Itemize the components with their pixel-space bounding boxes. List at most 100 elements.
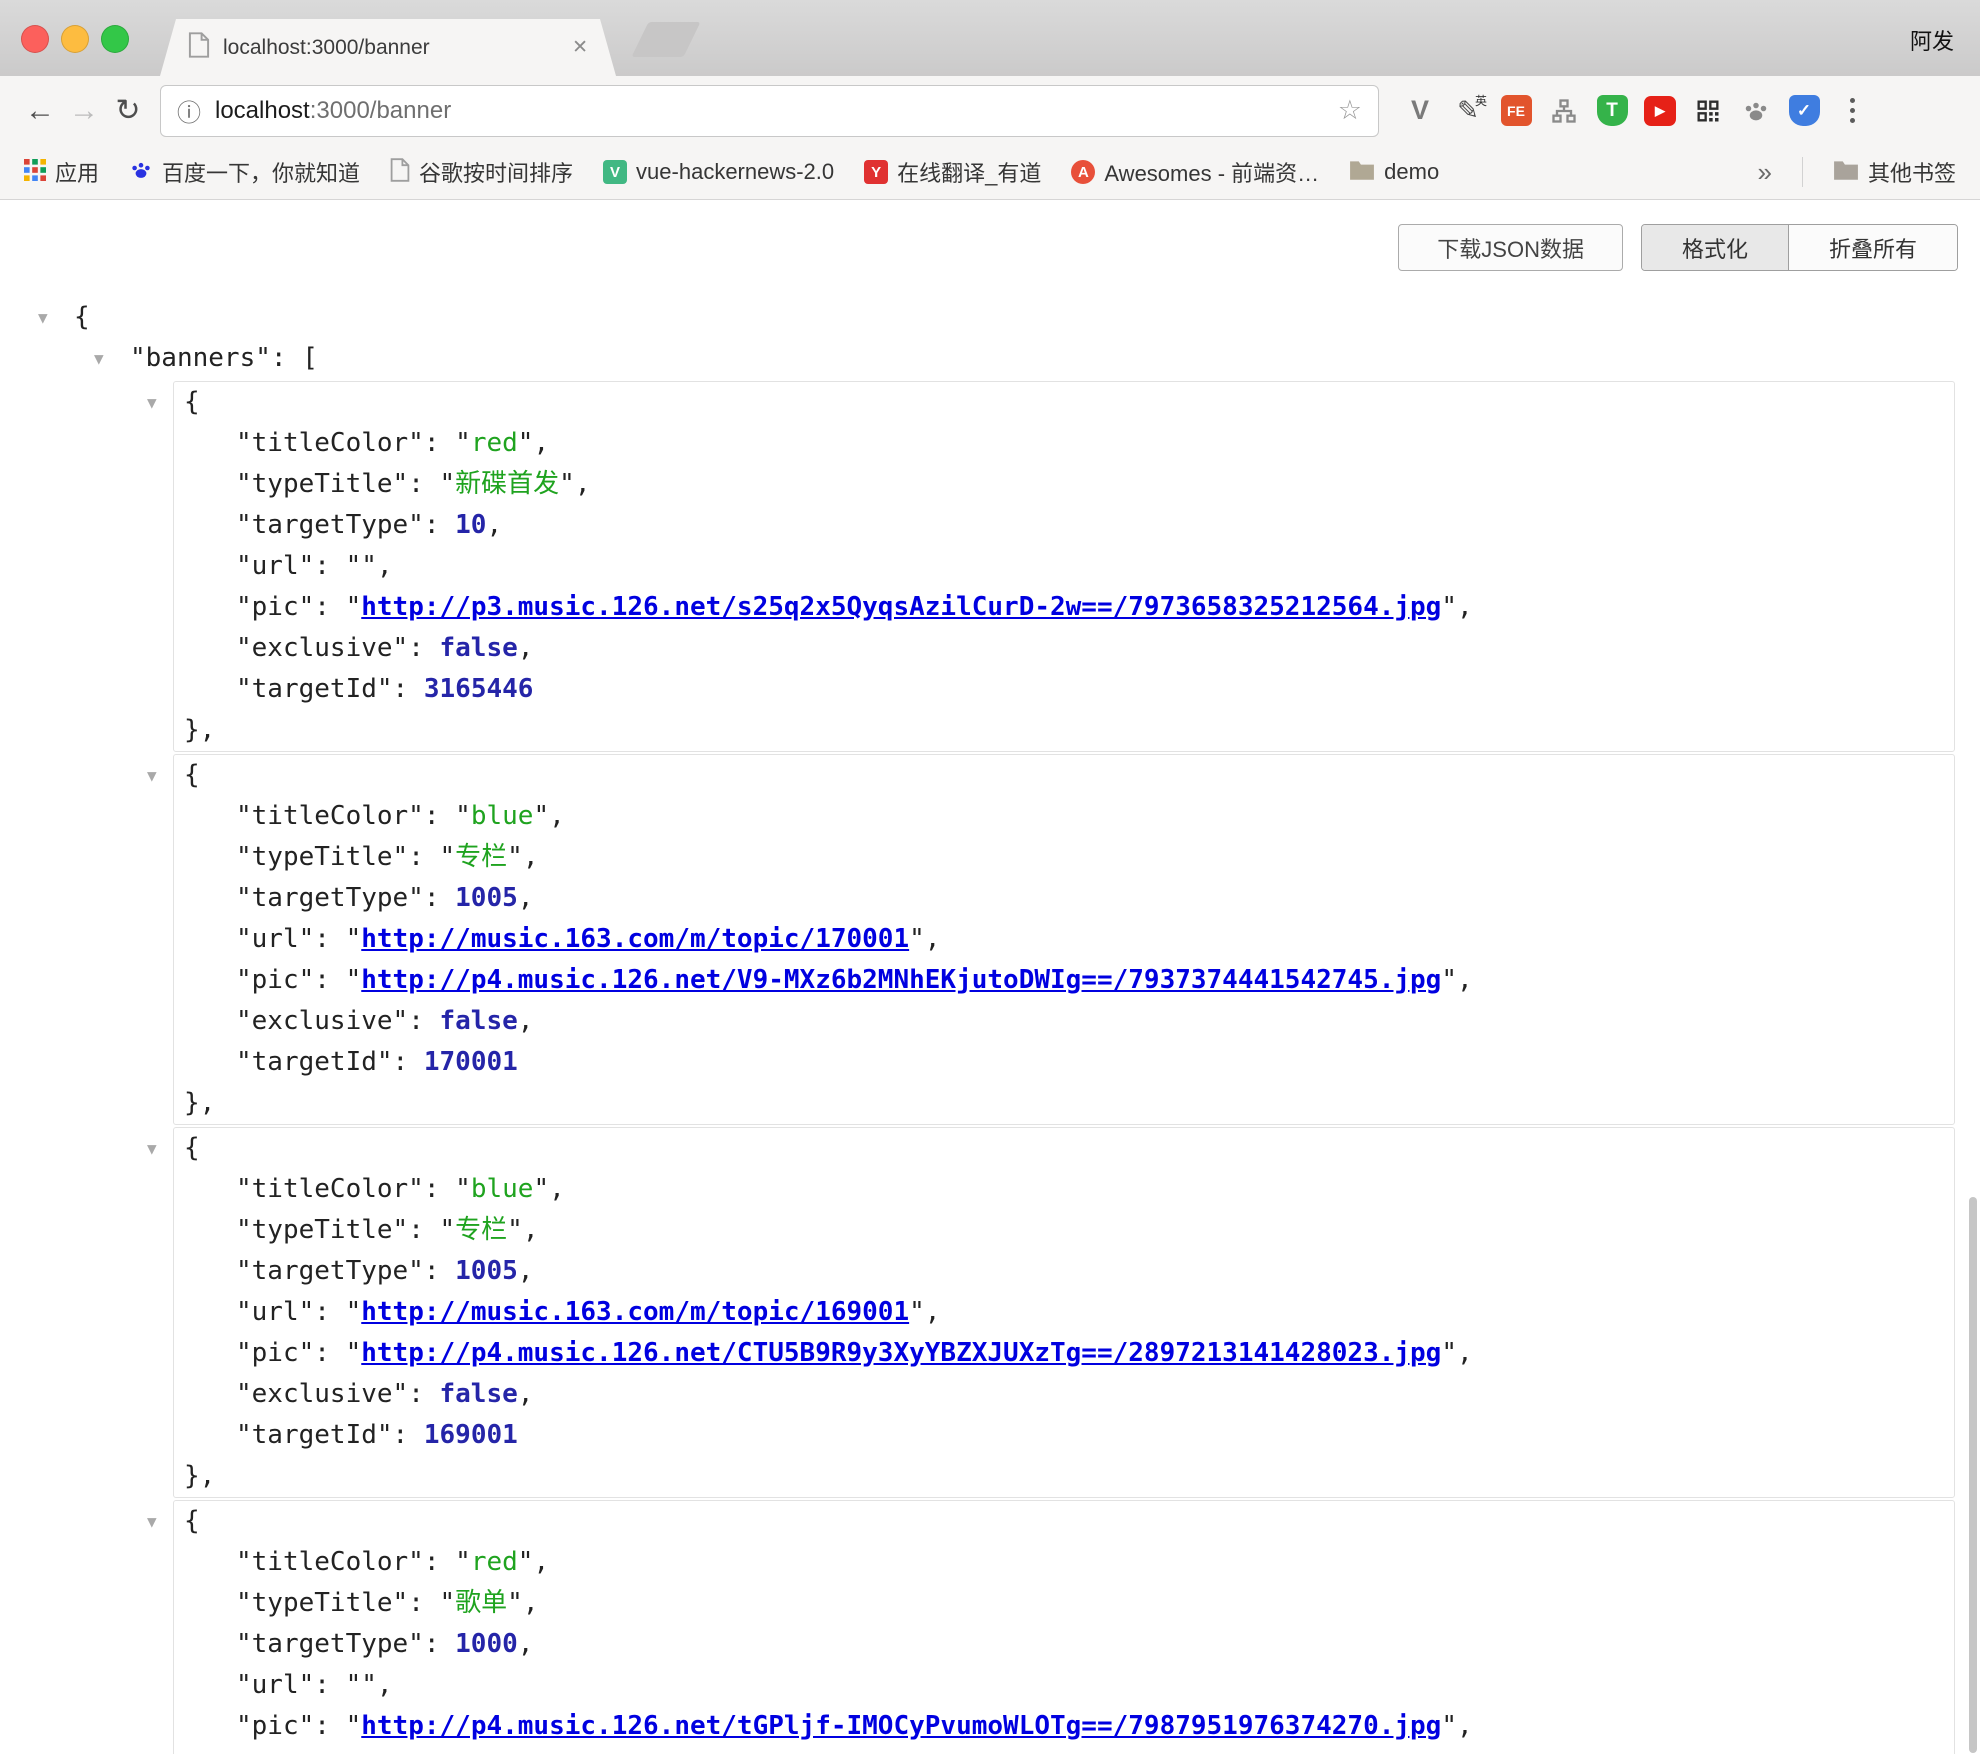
vue-icon: V bbox=[603, 160, 627, 184]
format-button[interactable]: 格式化 bbox=[1642, 225, 1789, 270]
collapse-all-button[interactable]: 折叠所有 bbox=[1789, 225, 1957, 270]
json-string-value: red bbox=[471, 1547, 518, 1577]
json-viewer: ▼{ ▼"banners": [ ▼{"titleColor": "red","… bbox=[0, 297, 1980, 1754]
json-token: " bbox=[361, 1670, 377, 1700]
video-play-extension-icon[interactable]: ▶ bbox=[1639, 90, 1681, 132]
page-info-icon[interactable]: ⓘ bbox=[177, 93, 201, 128]
json-token: { bbox=[184, 387, 200, 417]
org-chart-extension-icon[interactable] bbox=[1543, 90, 1585, 132]
url-host: localhost bbox=[215, 97, 310, 124]
json-link-value[interactable]: http://music.163.com/m/topic/169001 bbox=[361, 1297, 909, 1327]
json-object-open: { bbox=[184, 382, 1944, 423]
json-token: : bbox=[408, 1215, 439, 1245]
json-token: , bbox=[1457, 965, 1473, 995]
bookmark-item-other-bookmarks[interactable]: 其他书签 bbox=[1833, 156, 1956, 188]
tab-close-icon[interactable]: ✕ bbox=[572, 36, 588, 59]
json-token: : bbox=[424, 883, 455, 913]
json-token: : bbox=[408, 469, 439, 499]
json-token: , bbox=[518, 1629, 534, 1659]
json-link-value[interactable]: http://p4.music.126.net/tGPljf-IMOCyPvum… bbox=[361, 1711, 1441, 1741]
json-key: "exclusive" bbox=[236, 1006, 408, 1036]
close-window-button[interactable] bbox=[21, 25, 49, 53]
bookmark-item-baidu[interactable]: 百度一下，你就知道 bbox=[129, 156, 360, 188]
shield-check-glyph: ✓ bbox=[1789, 95, 1820, 126]
json-link-value[interactable]: http://p4.music.126.net/CTU5B9R9y3XyYBZX… bbox=[361, 1338, 1441, 1368]
json-token: : bbox=[393, 674, 424, 704]
json-root-open: ▼{ bbox=[74, 297, 1980, 338]
collapse-toggle-icon[interactable]: ▼ bbox=[147, 1128, 157, 1169]
json-token: " bbox=[1441, 1711, 1457, 1741]
page-content: 下载JSON数据 格式化 折叠所有 ▼{ ▼"banners": [ ▼{"ti… bbox=[0, 200, 1980, 1754]
bookmark-item-awesomes[interactable]: A Awesomes - 前端资… bbox=[1071, 156, 1319, 188]
json-token: , bbox=[1457, 1711, 1473, 1741]
collapse-toggle-icon[interactable]: ▼ bbox=[147, 1501, 157, 1542]
json-key: "titleColor" bbox=[236, 801, 424, 831]
json-token: " bbox=[507, 1588, 523, 1618]
paw-extension-icon[interactable] bbox=[1735, 90, 1777, 132]
json-token: " bbox=[440, 469, 456, 499]
json-token: " bbox=[346, 1338, 362, 1368]
translate-pen-extension-icon[interactable]: ✎ 英 bbox=[1447, 90, 1489, 132]
json-object-open: { bbox=[184, 755, 1944, 796]
json-entry: "pic": "http://p4.music.126.net/V9-MXz6b… bbox=[184, 960, 1944, 1001]
json-link-value[interactable]: http://p3.music.126.net/s25q2x5QyqsAzilC… bbox=[361, 592, 1441, 622]
json-token: , bbox=[925, 1297, 941, 1327]
bookmark-item-demo[interactable]: demo bbox=[1349, 159, 1439, 186]
bookmark-label: demo bbox=[1384, 159, 1439, 185]
fullscreen-window-button[interactable] bbox=[101, 25, 129, 53]
new-tab-button[interactable] bbox=[631, 22, 700, 57]
json-token: { bbox=[74, 302, 90, 332]
fehelper-extension-icon[interactable]: FE bbox=[1495, 90, 1537, 132]
forward-button[interactable]: → bbox=[62, 96, 106, 126]
json-key: "titleColor" bbox=[236, 1174, 424, 1204]
json-token: " bbox=[909, 1297, 925, 1327]
json-number-value: 1000 bbox=[455, 1629, 518, 1659]
collapse-toggle-icon[interactable]: ▼ bbox=[38, 297, 48, 338]
json-token: : bbox=[424, 1547, 455, 1577]
minimize-window-button[interactable] bbox=[61, 25, 89, 53]
collapse-toggle-icon[interactable]: ▼ bbox=[147, 755, 157, 796]
extension-icons-row: V ✎ 英 FE T ▶ ✓ bbox=[1399, 90, 1873, 132]
json-token: { bbox=[184, 760, 200, 790]
bookmark-item-vue-hackernews[interactable]: V vue-hackernews-2.0 bbox=[603, 159, 834, 185]
json-link-value[interactable]: http://p4.music.126.net/V9-MXz6b2MNhEKju… bbox=[361, 965, 1441, 995]
blue-shield-check-extension-icon[interactable]: ✓ bbox=[1783, 90, 1825, 132]
json-token: : bbox=[314, 551, 345, 581]
bookmark-item-google-sort[interactable]: 谷歌按时间排序 bbox=[390, 156, 573, 188]
vimium-extension-icon[interactable]: V bbox=[1399, 90, 1441, 132]
json-token: " bbox=[346, 1670, 362, 1700]
json-object-box: ▼{"titleColor": "red","typeTitle": "歌单",… bbox=[173, 1500, 1955, 1754]
json-link-value[interactable]: http://music.163.com/m/topic/170001 bbox=[361, 924, 909, 954]
vertical-scrollbar[interactable] bbox=[1969, 1197, 1977, 1753]
browser-tab[interactable]: localhost:3000/banner ✕ bbox=[160, 19, 616, 76]
browser-menu-icon[interactable] bbox=[1831, 90, 1873, 132]
json-entry: "url": "http://music.163.com/m/topic/170… bbox=[184, 919, 1944, 960]
json-token: " bbox=[455, 1174, 471, 1204]
collapse-toggle-icon[interactable]: ▼ bbox=[94, 338, 104, 379]
back-button[interactable]: ← bbox=[18, 96, 62, 126]
json-entry: "pic": "http://p4.music.126.net/CTU5B9R9… bbox=[184, 1333, 1944, 1374]
json-token: " bbox=[909, 924, 925, 954]
bookmarks-separator bbox=[1802, 157, 1803, 187]
json-key: "pic" bbox=[236, 965, 314, 995]
json-entry: "typeTitle": "新碟首发", bbox=[184, 464, 1944, 505]
collapse-toggle-icon[interactable]: ▼ bbox=[147, 382, 157, 423]
json-token: : bbox=[314, 592, 345, 622]
bookmark-item-youdao-translate[interactable]: Y 在线翻译_有道 bbox=[864, 156, 1041, 188]
three-dots-glyph bbox=[1850, 98, 1855, 123]
qrcode-extension-icon[interactable] bbox=[1687, 90, 1729, 132]
bookmark-star-icon[interactable]: ☆ bbox=[1338, 95, 1362, 126]
json-key: "targetType" bbox=[236, 510, 424, 540]
green-shield-t-extension-icon[interactable]: T bbox=[1591, 90, 1633, 132]
bookmark-item-apps[interactable]: 应用 bbox=[24, 156, 99, 188]
json-token: : bbox=[408, 1379, 439, 1409]
json-token: , bbox=[533, 1547, 549, 1577]
json-token: : bbox=[408, 1006, 439, 1036]
json-token: : bbox=[408, 1588, 439, 1618]
reload-button[interactable]: ↻ bbox=[106, 96, 150, 126]
paw-glyph bbox=[1741, 96, 1771, 126]
bookmarks-overflow-chevron[interactable]: » bbox=[1758, 157, 1772, 188]
json-token: , bbox=[518, 1006, 534, 1036]
url-input[interactable]: ⓘ localhost:3000/banner ☆ bbox=[160, 85, 1379, 137]
download-json-button[interactable]: 下载JSON数据 bbox=[1398, 224, 1623, 271]
